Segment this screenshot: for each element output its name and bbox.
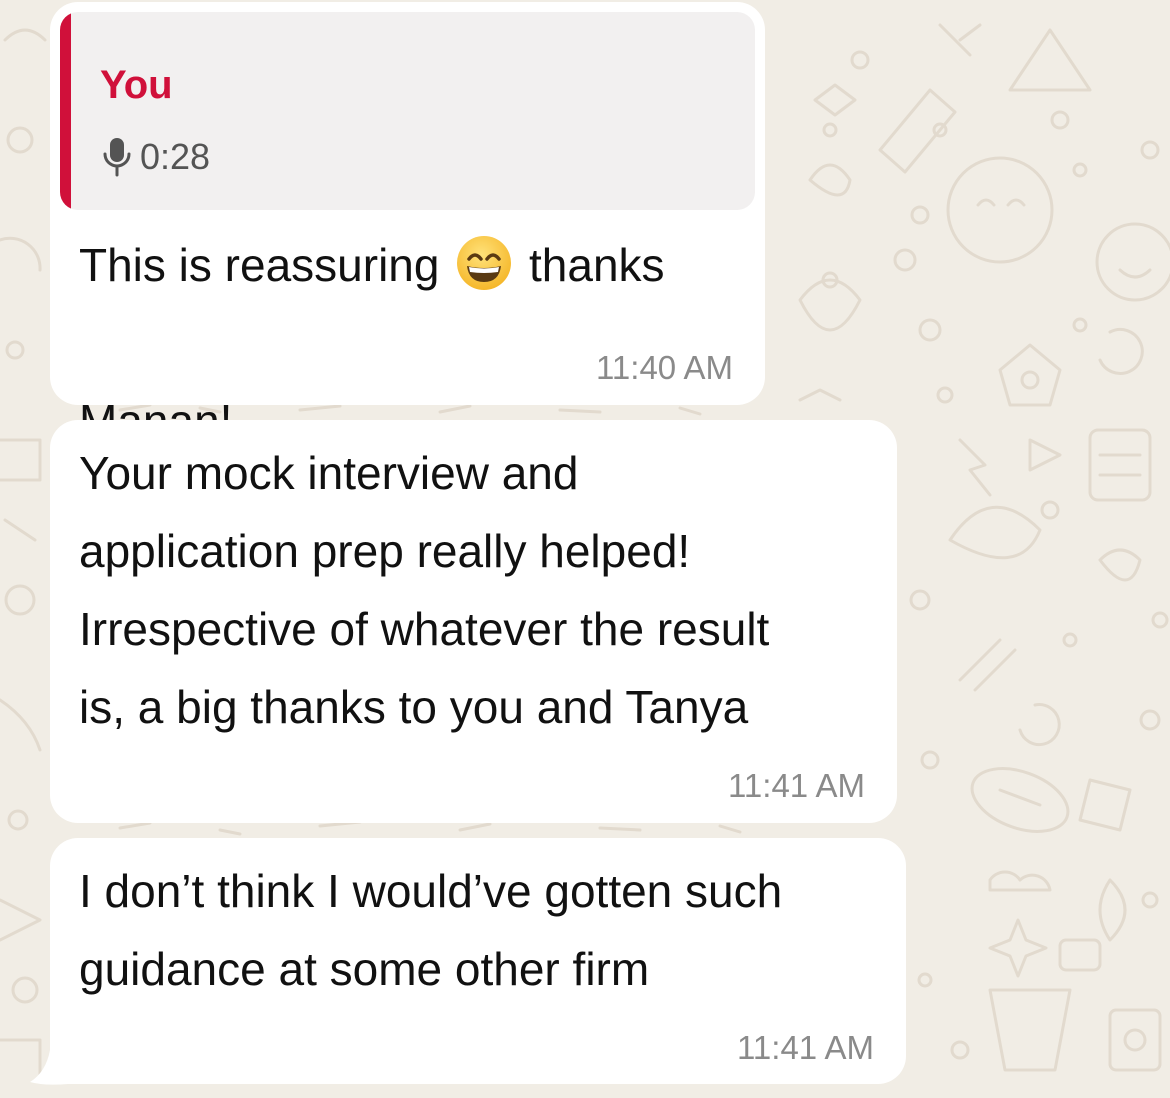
reply-quote-accent-bar: [60, 12, 71, 210]
message-timestamp: 11:41 AM: [737, 1029, 874, 1066]
message-text-line: is, a big thanks to you and Tanya: [79, 681, 749, 733]
reply-quote-author: You: [100, 63, 173, 107]
message-timestamp: 11:41 AM: [728, 767, 865, 804]
message-text: I don’t think I would’ve gotten such gui…: [79, 852, 782, 1008]
reply-quote[interactable]: You 0:28: [60, 12, 755, 210]
message-text-line: application prep really helped!: [79, 525, 691, 577]
microphone-icon: [103, 138, 131, 177]
message-bubble-outgoing[interactable]: I don’t think I would’ve gotten such gui…: [50, 838, 906, 1084]
message-text-line: I don’t think I would’ve gotten such: [79, 865, 783, 917]
message-text-line: guidance at some other firm: [79, 943, 650, 995]
message-text-line: Irrespective of whatever the result: [79, 603, 770, 655]
message-text-segment: thanks: [516, 239, 665, 291]
message-timestamp: 11:40 AM: [596, 349, 733, 386]
message-bubble-outgoing[interactable]: Your mock interview and application prep…: [50, 420, 897, 823]
bubble-tail: [30, 1050, 68, 1085]
voice-note-duration: 0:28: [140, 136, 211, 177]
grinning-face-emoji-icon: [457, 236, 512, 290]
reply-quote-voice-note: 0:28: [100, 134, 210, 180]
message-text-line: Your mock interview and: [79, 447, 579, 499]
message-text-segment: This is reassuring: [79, 239, 453, 291]
message-text: Your mock interview and application prep…: [79, 434, 769, 746]
message-bubble-outgoing[interactable]: You 0:28 This is reassuring thanks Mana: [50, 2, 765, 447]
